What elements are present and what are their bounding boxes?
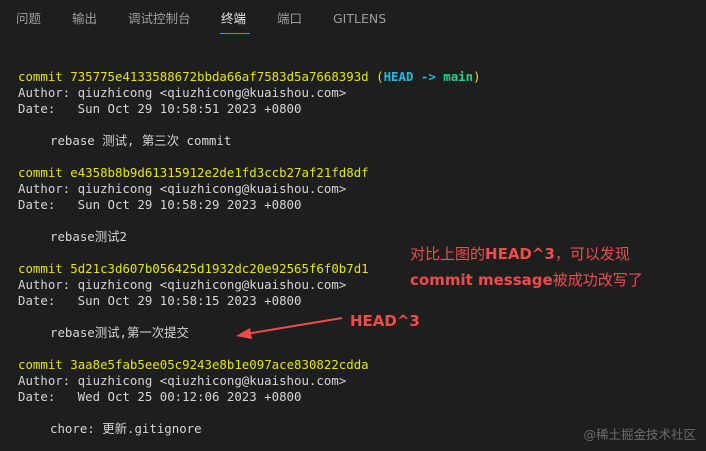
watermark: @稀土掘金技术社区 <box>583 427 696 442</box>
annotation-arrow-icon <box>236 317 343 339</box>
